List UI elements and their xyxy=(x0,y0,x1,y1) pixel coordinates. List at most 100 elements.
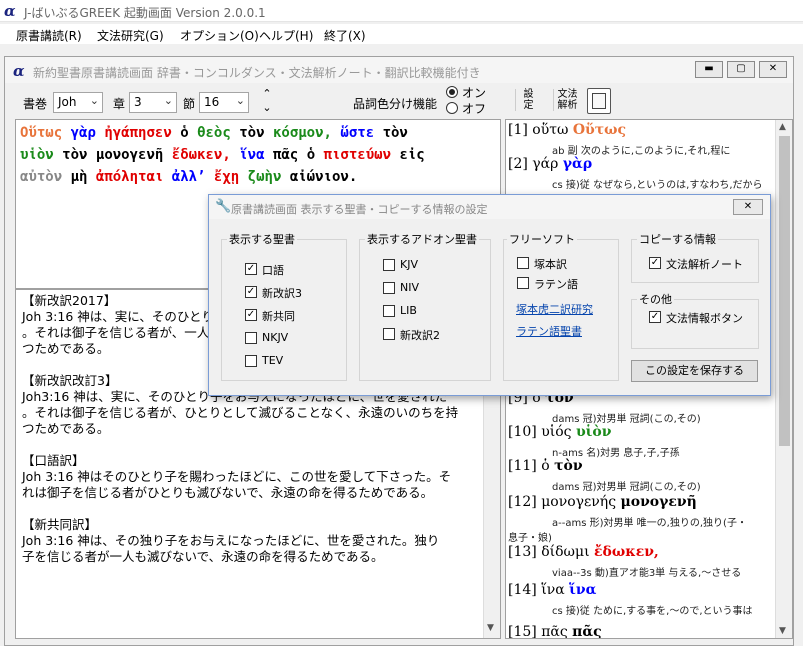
greek-line: υἱὸν τὸν μονογενῆ ἔδωκεν, ἵνα πᾶς ὁ πιστ… xyxy=(20,144,496,166)
notebook-icon[interactable] xyxy=(587,88,611,114)
checkbox[interactable] xyxy=(517,257,529,269)
pos-on-label: オン xyxy=(462,86,487,100)
word-entry[interactable]: [15] πᾶς πᾶς xyxy=(508,624,602,639)
greek-word[interactable]: ὁ xyxy=(307,147,315,163)
word-number: [2] xyxy=(508,156,533,172)
checkbox[interactable] xyxy=(383,282,395,294)
checkbox[interactable] xyxy=(245,332,257,344)
save-settings-button[interactable]: この設定を保存する xyxy=(631,360,758,382)
settings-dialog: 🔧 原書講読画面 表示する聖書・コピーする情報の設定 ✕ 表示する聖書 ✓ 口語 ✓… xyxy=(208,194,771,396)
word-lemma: δίδωμι xyxy=(541,544,595,560)
scroll-down-icon[interactable]: ▼ xyxy=(779,626,786,636)
checkbox[interactable]: ✓ xyxy=(245,309,257,321)
greek-word[interactable]: ἀπόληται xyxy=(96,169,163,185)
checkbox-label: 新共同 xyxy=(262,310,295,323)
checkbox-label: KJV xyxy=(400,258,418,271)
word-entry[interactable]: [13] δίδωμι ἔδωκεν, xyxy=(508,544,659,560)
greek-word[interactable]: εἰς xyxy=(399,147,424,163)
dialog-close-icon[interactable]: ✕ xyxy=(733,199,763,215)
verse-spinner[interactable]: ⌃ ⌄ xyxy=(261,87,273,115)
checkbox[interactable] xyxy=(383,328,395,340)
word-entry[interactable]: [14] ἵνα ἵνα xyxy=(508,582,596,598)
menu-reading[interactable]: 原書講読(R) xyxy=(16,27,82,44)
chevron-down-icon[interactable]: ⌄ xyxy=(261,101,273,115)
greek-word[interactable]: τὸν xyxy=(239,125,264,141)
checkbox[interactable] xyxy=(383,305,395,317)
pos-off-radio[interactable] xyxy=(446,102,458,114)
menu-help[interactable]: ヘルプ(H) xyxy=(259,27,313,44)
greek-word[interactable]: ἀλλ’ xyxy=(172,169,206,185)
greek-word[interactable]: ὥστε xyxy=(340,125,374,141)
greek-word[interactable]: αὐτὸν xyxy=(20,169,62,185)
word-scrollbar[interactable]: ▲ ▼ xyxy=(775,120,792,638)
greek-word[interactable]: υἱὸν xyxy=(20,147,54,163)
greek-word[interactable]: ἵνα xyxy=(239,147,264,163)
checkbox[interactable] xyxy=(383,259,395,271)
scroll-down-icon[interactable]: ▼ xyxy=(487,620,494,636)
tsukamoto-link[interactable]: 塚本虎二訳研究 xyxy=(516,301,593,317)
chevron-down-icon: ⌄ xyxy=(235,94,245,107)
greek-word[interactable]: ὁ xyxy=(180,125,188,141)
app-title-bar: α J-ばいぶるGREEK 起動画面 Version 2.0.0.1 xyxy=(0,0,803,22)
book-select[interactable]: Joh ⌄ xyxy=(53,92,103,113)
greek-word[interactable]: πᾶς xyxy=(273,147,298,163)
checkbox[interactable] xyxy=(245,355,257,367)
latin-bible-link[interactable]: ラテン語聖書 xyxy=(516,323,582,339)
maximize-icon[interactable]: ▢ xyxy=(727,61,755,78)
word-number: [13] xyxy=(508,544,542,560)
menu-options[interactable]: オプション(O) xyxy=(180,27,259,44)
word-lemma: μονογενής xyxy=(541,494,621,510)
checkbox[interactable]: ✓ xyxy=(245,263,257,275)
settings-button[interactable]: 設定 xyxy=(515,89,537,111)
word-number: [11] xyxy=(508,458,542,474)
greek-word[interactable]: ἔδωκεν, xyxy=(172,147,231,163)
window-logo-icon: α xyxy=(13,62,25,80)
scroll-thumb[interactable] xyxy=(779,136,790,446)
minimize-icon[interactable]: ▬ xyxy=(695,61,723,78)
greek-word[interactable]: κόσμον, xyxy=(273,125,332,141)
greek-word[interactable]: μονογενῆ xyxy=(96,147,163,163)
greek-word[interactable]: τὸν xyxy=(383,125,408,141)
checkbox[interactable]: ✓ xyxy=(245,286,257,298)
greek-line: Οὕτως γὰρ ἠγάπησεν ὁ θεὸς τὸν κόσμον, ὥσ… xyxy=(20,122,496,144)
greek-word[interactable]: Οὕτως xyxy=(20,125,62,141)
checkbox[interactable]: ✓ xyxy=(649,311,661,323)
checkbox-label: TEV xyxy=(262,354,284,367)
greek-word[interactable]: τὸν xyxy=(62,147,87,163)
close-icon[interactable]: ✕ xyxy=(759,61,787,78)
checkbox[interactable] xyxy=(517,277,529,289)
copy-group-title: コピーする情報 xyxy=(637,231,718,247)
greek-word[interactable]: πιστεύων xyxy=(324,147,391,163)
pos-on-radio[interactable] xyxy=(446,86,458,98)
word-lemma: οὕτω xyxy=(532,122,573,138)
greek-word[interactable]: μὴ xyxy=(71,169,88,185)
menu-grammar[interactable]: 文法研究(G) xyxy=(97,27,164,44)
scroll-up-icon[interactable]: ▲ xyxy=(779,122,786,132)
app-title: J-ばいぶるGREEK 起動画面 Version 2.0.0.1 xyxy=(24,6,266,20)
word-entry[interactable]: [1] οὕτω Οὕτως xyxy=(508,122,626,138)
greek-word[interactable]: αἰώνιον. xyxy=(290,169,357,185)
checkbox-label: 文法情報ボタン xyxy=(666,312,743,325)
word-entry[interactable]: [10] υἱός υἱὸν xyxy=(508,424,611,440)
pos-off-label: オフ xyxy=(462,102,487,116)
menu-exit[interactable]: 終了(X) xyxy=(324,27,366,44)
word-form: πᾶς xyxy=(572,624,602,639)
verse-select[interactable]: 16 ⌄ xyxy=(199,92,249,113)
grammar-analysis-button[interactable]: 文法 解析 xyxy=(553,89,579,111)
greek-word[interactable]: θεὸς xyxy=(197,125,231,141)
chapter-select[interactable]: 3 ⌄ xyxy=(129,92,177,113)
greek-word[interactable]: ἠγάπησεν xyxy=(104,125,171,141)
greek-word[interactable]: ἔχῃ xyxy=(214,169,239,185)
word-lemma: πᾶς xyxy=(541,624,573,639)
other-group-title: その他 xyxy=(637,291,674,307)
chevron-up-icon[interactable]: ⌃ xyxy=(261,87,273,101)
checkbox[interactable]: ✓ xyxy=(649,257,661,269)
word-entry[interactable]: [12] μονογενής μονογενῆ xyxy=(508,494,697,510)
greek-word[interactable]: γὰρ xyxy=(71,125,96,141)
word-entry[interactable]: [11] ὁ τὸν xyxy=(508,458,583,474)
word-detail: dams 冠)対男単 冠詞(この,その) xyxy=(552,414,701,425)
word-entry[interactable]: [2] γάρ γὰρ xyxy=(508,156,592,172)
checkbox-label: LIB xyxy=(400,304,417,317)
dialog-title: 原書講読画面 表示する聖書・コピーする情報の設定 xyxy=(231,203,488,216)
greek-word[interactable]: ζωὴν xyxy=(248,169,282,185)
